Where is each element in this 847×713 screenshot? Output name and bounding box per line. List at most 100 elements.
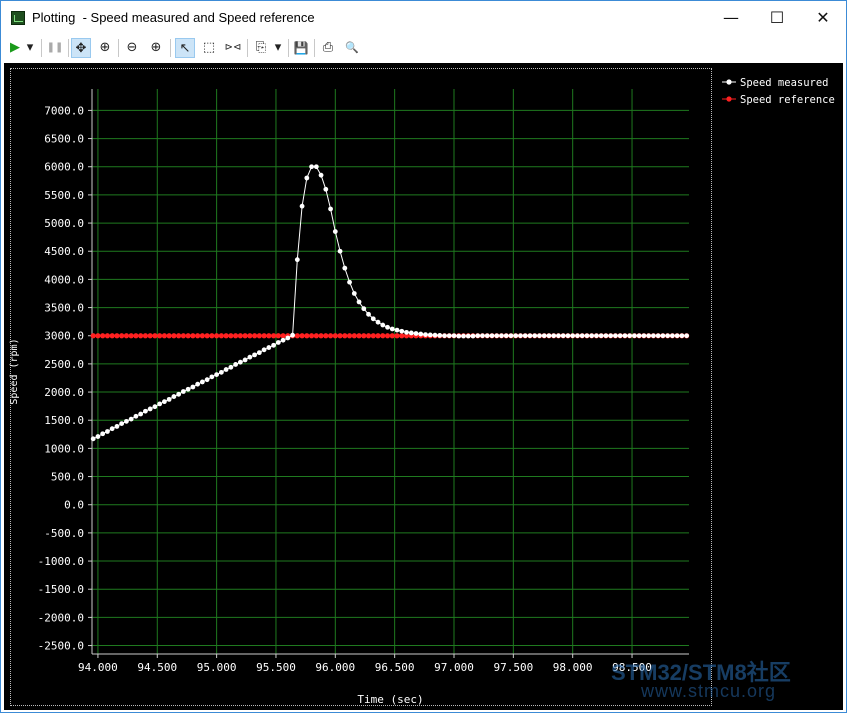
speed-reference-point	[361, 333, 367, 339]
speed-measured-point	[560, 333, 566, 339]
speed-measured-point	[318, 172, 324, 178]
y-tick-label: 6000.0	[44, 161, 84, 174]
speed-measured-point	[185, 386, 191, 392]
speed-measured-point	[237, 359, 243, 365]
speed-measured-point	[465, 333, 471, 339]
speed-measured-point	[152, 404, 158, 410]
speed-reference-point	[218, 333, 224, 339]
speed-measured-point	[328, 206, 333, 212]
y-tick-label: -2500.0	[38, 640, 84, 653]
speed-measured-point	[537, 333, 542, 339]
speed-measured-point	[532, 333, 538, 339]
speed-reference-point	[308, 333, 315, 339]
y-tick-label: 6500.0	[44, 133, 84, 146]
title-bar[interactable]: Plotting - Speed measured and Speed refe…	[1, 1, 846, 35]
marker-button[interactable]: ⊳⊲	[223, 38, 243, 58]
speed-measured-point	[356, 299, 362, 305]
speed-measured-point	[290, 332, 295, 338]
speed-reference-point	[195, 333, 201, 339]
x-tick-label: 98.000	[553, 661, 593, 674]
zoom-fit-button[interactable]: ⊕	[95, 38, 115, 58]
x-tick-label: 94.000	[78, 661, 118, 674]
speed-measured-point	[299, 203, 305, 209]
speed-reference-point	[204, 333, 210, 339]
speed-measured-point	[176, 391, 182, 397]
speed-reference-point	[399, 333, 405, 339]
select-tool-button[interactable]: ↖	[175, 38, 195, 58]
speed-reference-point	[142, 333, 149, 339]
speed-measured-point	[570, 333, 576, 339]
y-tick-label: -1000.0	[38, 555, 84, 568]
speed-chart[interactable]: 7000.0 6500.0 6000.0 5500.0 5000.0 4500.0 4000…	[4, 63, 843, 710]
speed-measured-point	[128, 416, 134, 422]
close-button[interactable]: ✕	[800, 1, 846, 35]
y-tick-label: 500.0	[51, 471, 84, 484]
speed-measured-point	[157, 401, 163, 407]
y-tick-label: 3000.0	[44, 330, 84, 343]
speed-measured-point	[271, 342, 276, 348]
y-tick-label: -1500.0	[38, 583, 84, 596]
speed-measured-point	[347, 279, 352, 285]
speed-measured-point	[513, 333, 519, 339]
speed-measured-point	[636, 333, 642, 339]
speed-measured-point	[489, 333, 495, 339]
speed-measured-point	[603, 333, 609, 339]
y-tick-label: -2000.0	[38, 611, 84, 624]
speed-measured-point	[432, 332, 438, 338]
speed-measured-point	[138, 411, 144, 417]
speed-reference-point	[152, 333, 158, 339]
x-tick-label: 96.000	[315, 661, 355, 674]
speed-measured-point	[665, 333, 671, 339]
speed-reference-point	[223, 333, 229, 339]
y-tick-label: 4000.0	[44, 273, 84, 286]
y-tick-label: 5000.0	[44, 217, 84, 230]
run-dropdown-button[interactable]: ▾	[23, 38, 37, 58]
speed-measured-point	[461, 333, 466, 339]
plot-app-icon	[11, 11, 25, 25]
plot-area[interactable]: 7000.0 6500.0 6000.0 5500.0 5000.0 4500.0 4000…	[4, 63, 843, 710]
speed-reference-point	[180, 333, 186, 339]
save-button[interactable]: 💾	[291, 38, 311, 58]
print-button[interactable]: ⎙	[318, 38, 338, 58]
speed-measured-point	[565, 333, 571, 339]
print-preview-button[interactable]: 🔍	[342, 38, 362, 58]
speed-measured-point	[100, 431, 106, 437]
speed-measured-point	[389, 326, 395, 332]
speed-measured-point	[285, 335, 291, 341]
speed-measured-line	[92, 166, 687, 440]
speed-reference-point	[280, 333, 286, 339]
speed-measured-point	[451, 333, 457, 339]
speed-reference-point	[318, 333, 324, 339]
zoom-in-button[interactable]: ⊕	[146, 38, 166, 58]
speed-measured-point	[556, 333, 561, 339]
toolbar: ▶ ▾ ❚❚ ✥ ⊕ ⊖ ⊕ ↖ ⬚ ⊳⊲ ⎘ ▾ 💾 ⎙ 🔍	[1, 35, 846, 61]
speed-reference-point	[100, 333, 106, 339]
maximize-button[interactable]: ☐	[754, 1, 800, 35]
speed-measured-point	[423, 332, 428, 338]
pan-tool-button[interactable]: ✥	[71, 38, 91, 58]
copy-dropdown-button[interactable]: ▾	[271, 38, 285, 58]
zoom-out-button[interactable]: ⊖	[122, 38, 142, 58]
pause-button[interactable]: ❚❚	[45, 38, 65, 58]
speed-reference-point	[299, 333, 305, 339]
y-tick-label: 2000.0	[44, 386, 84, 399]
toolbar-separator	[118, 39, 119, 57]
rect-select-button[interactable]: ⬚	[199, 38, 219, 58]
speed-measured-point	[632, 333, 637, 339]
run-button[interactable]: ▶	[5, 38, 25, 58]
speed-measured-point	[124, 418, 129, 424]
speed-measured-point	[527, 333, 533, 339]
speed-reference-point	[114, 333, 120, 339]
speed-measured-point	[385, 324, 390, 330]
copy-button[interactable]: ⎘	[251, 38, 271, 58]
speed-measured-point	[399, 328, 405, 334]
speed-reference-point	[380, 333, 386, 339]
speed-reference-point	[356, 333, 362, 339]
toolbar-separator	[68, 39, 69, 57]
speed-measured-point	[370, 316, 376, 322]
minimize-button[interactable]: —	[708, 1, 754, 35]
speed-measured-point	[114, 424, 120, 429]
speed-measured-point	[418, 331, 424, 337]
legend-swatch-marker	[726, 96, 732, 102]
speed-reference-point	[365, 333, 372, 339]
